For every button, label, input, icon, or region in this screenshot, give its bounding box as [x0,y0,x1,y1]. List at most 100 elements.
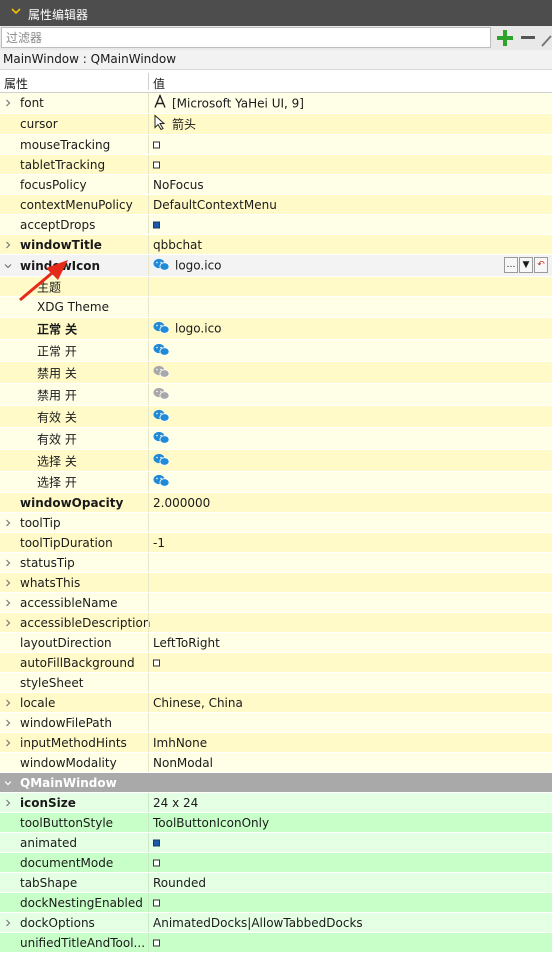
checkbox[interactable] [153,659,160,666]
property-row-layoutdirection[interactable]: layoutDirection LeftToRight [0,633,552,653]
property-row-item[interactable]: 选择 开 [0,472,552,493]
chevron-down-icon[interactable] [10,5,22,17]
chevron-right-icon[interactable] [4,559,12,567]
property-row-font[interactable]: font [Microsoft YaHei UI, 9] [0,93,552,114]
property-row-contextmenupolicy[interactable]: contextMenuPolicy DefaultContextMenu [0,195,552,215]
property-row-item[interactable]: 正常 开 [0,340,552,362]
property-value[interactable] [153,408,170,425]
property-value[interactable] [153,342,170,359]
chevron-right-icon[interactable] [4,799,12,807]
chevron-right-icon[interactable] [4,599,12,607]
section-qmainwindow[interactable]: QMainWindow [0,773,552,793]
property-row-tooltip[interactable]: toolTip [0,513,552,533]
property-row-cursor[interactable]: cursor 箭头 [0,114,552,135]
checkbox[interactable] [153,859,160,866]
property-row-locale[interactable]: locale Chinese, China [0,693,552,713]
reset-button[interactable]: ↶ [534,257,548,273]
property-value[interactable] [153,221,160,228]
checkbox[interactable] [153,161,160,168]
property-value[interactable]: -1 [153,536,165,550]
property-value[interactable]: [Microsoft YaHei UI, 9] [153,93,304,112]
chevron-right-icon[interactable] [4,699,12,707]
column-header-property[interactable]: 属性 [4,75,28,92]
browse-button[interactable]: … [504,257,518,273]
property-row-inputmethodhints[interactable]: inputMethodHints ImhNone [0,733,552,753]
property-value[interactable]: Rounded [153,876,206,890]
chevron-right-icon[interactable] [4,619,12,627]
property-row-whatsthis[interactable]: whatsThis [0,573,552,593]
property-value[interactable] [153,939,160,946]
property-row-accessibledescription[interactable]: accessibleDescription [0,613,552,633]
property-value[interactable]: 24 x 24 [153,796,198,810]
property-value[interactable]: Chinese, China [153,696,243,710]
chevron-right-icon[interactable] [4,739,12,747]
property-value[interactable] [153,659,160,666]
property-value[interactable] [153,161,160,168]
property-value[interactable]: qbbchat [153,238,202,252]
property-row-windowtitle[interactable]: windowTitle qbbchat [0,235,552,255]
column-header-value[interactable]: 值 [153,75,165,92]
property-row-unifiedtitleandtool[interactable]: unifiedTitleAndTool... [0,933,552,953]
property-row-iconsize[interactable]: iconSize 24 x 24 [0,793,552,813]
filter-input[interactable] [1,27,491,48]
property-row-item[interactable]: 禁用 开 [0,384,552,406]
property-row-xdg-theme[interactable]: XDG Theme [0,297,552,318]
property-value[interactable]: NoFocus [153,178,204,192]
property-row-autofillbackground[interactable]: autoFillBackground [0,653,552,673]
dropdown-button[interactable]: ▼ [519,257,533,273]
property-row-windowopacity[interactable]: windowOpacity 2.000000 [0,493,552,513]
property-value[interactable]: logo.ico [153,257,222,274]
checkbox[interactable] [153,899,160,906]
property-row-item[interactable]: 主题 [0,277,552,297]
property-row-windowfilepath[interactable]: windowFilePath [0,713,552,733]
property-editor-titlebar[interactable]: 属性编辑器 [0,0,552,26]
checkbox[interactable] [153,221,160,228]
property-value[interactable] [153,474,170,491]
property-row-windowmodality[interactable]: windowModality NonModal [0,753,552,773]
chevron-down-icon[interactable] [4,262,12,270]
property-row-statustip[interactable]: statusTip [0,553,552,573]
property-value[interactable] [153,899,160,906]
property-row-tablettracking[interactable]: tabletTracking [0,155,552,175]
add-property-icon[interactable] [495,28,515,48]
property-row-focuspolicy[interactable]: focusPolicy NoFocus [0,175,552,195]
chevron-right-icon[interactable] [4,919,12,927]
property-row-docknestingenabled[interactable]: dockNestingEnabled [0,893,552,913]
chevron-right-icon[interactable] [4,241,12,249]
property-value[interactable]: 箭头 [153,114,196,134]
property-value[interactable]: 2.000000 [153,496,210,510]
checkbox[interactable] [153,141,160,148]
property-row-dockoptions[interactable]: dockOptions AnimatedDocks|AllowTabbedDock… [0,913,552,933]
property-value[interactable]: NonModal [153,756,213,770]
property-row-accessiblename[interactable]: accessibleName [0,593,552,613]
property-row-documentmode[interactable]: documentMode [0,853,552,873]
property-row-item[interactable]: 有效 开 [0,428,552,450]
column-divider[interactable] [148,73,149,90]
property-row-item[interactable]: 有效 关 [0,406,552,428]
property-value[interactable] [153,386,170,403]
property-value[interactable]: AnimatedDocks|AllowTabbedDocks [153,916,363,930]
property-row-mousetracking[interactable]: mouseTracking [0,135,552,155]
property-value[interactable]: DefaultContextMenu [153,198,277,212]
property-value[interactable] [153,364,170,381]
configure-icon[interactable] [540,28,552,48]
property-row-item[interactable]: 选择 关 [0,450,552,472]
chevron-right-icon[interactable] [4,519,12,527]
property-value[interactable]: logo.ico [153,320,222,337]
property-value[interactable] [153,430,170,447]
property-row-toolbuttonstyle[interactable]: toolButtonStyle ToolButtonIconOnly [0,813,552,833]
property-row-animated[interactable]: animated [0,833,552,853]
property-row-tooltipduration[interactable]: toolTipDuration -1 [0,533,552,553]
property-row-stylesheet[interactable]: styleSheet [0,673,552,693]
chevron-right-icon[interactable] [4,99,12,107]
remove-property-icon[interactable] [519,28,537,48]
property-row-acceptdrops[interactable]: acceptDrops [0,215,552,235]
checkbox[interactable] [153,839,160,846]
property-row-tabshape[interactable]: tabShape Rounded [0,873,552,893]
chevron-right-icon[interactable] [4,719,12,727]
property-row-item[interactable]: 正常 关 logo.ico [0,318,552,340]
checkbox[interactable] [153,939,160,946]
property-row-windowicon[interactable]: windowIcon logo.ico … ▼ ↶ [0,255,552,277]
property-value[interactable] [153,141,160,148]
property-value[interactable] [153,452,170,469]
